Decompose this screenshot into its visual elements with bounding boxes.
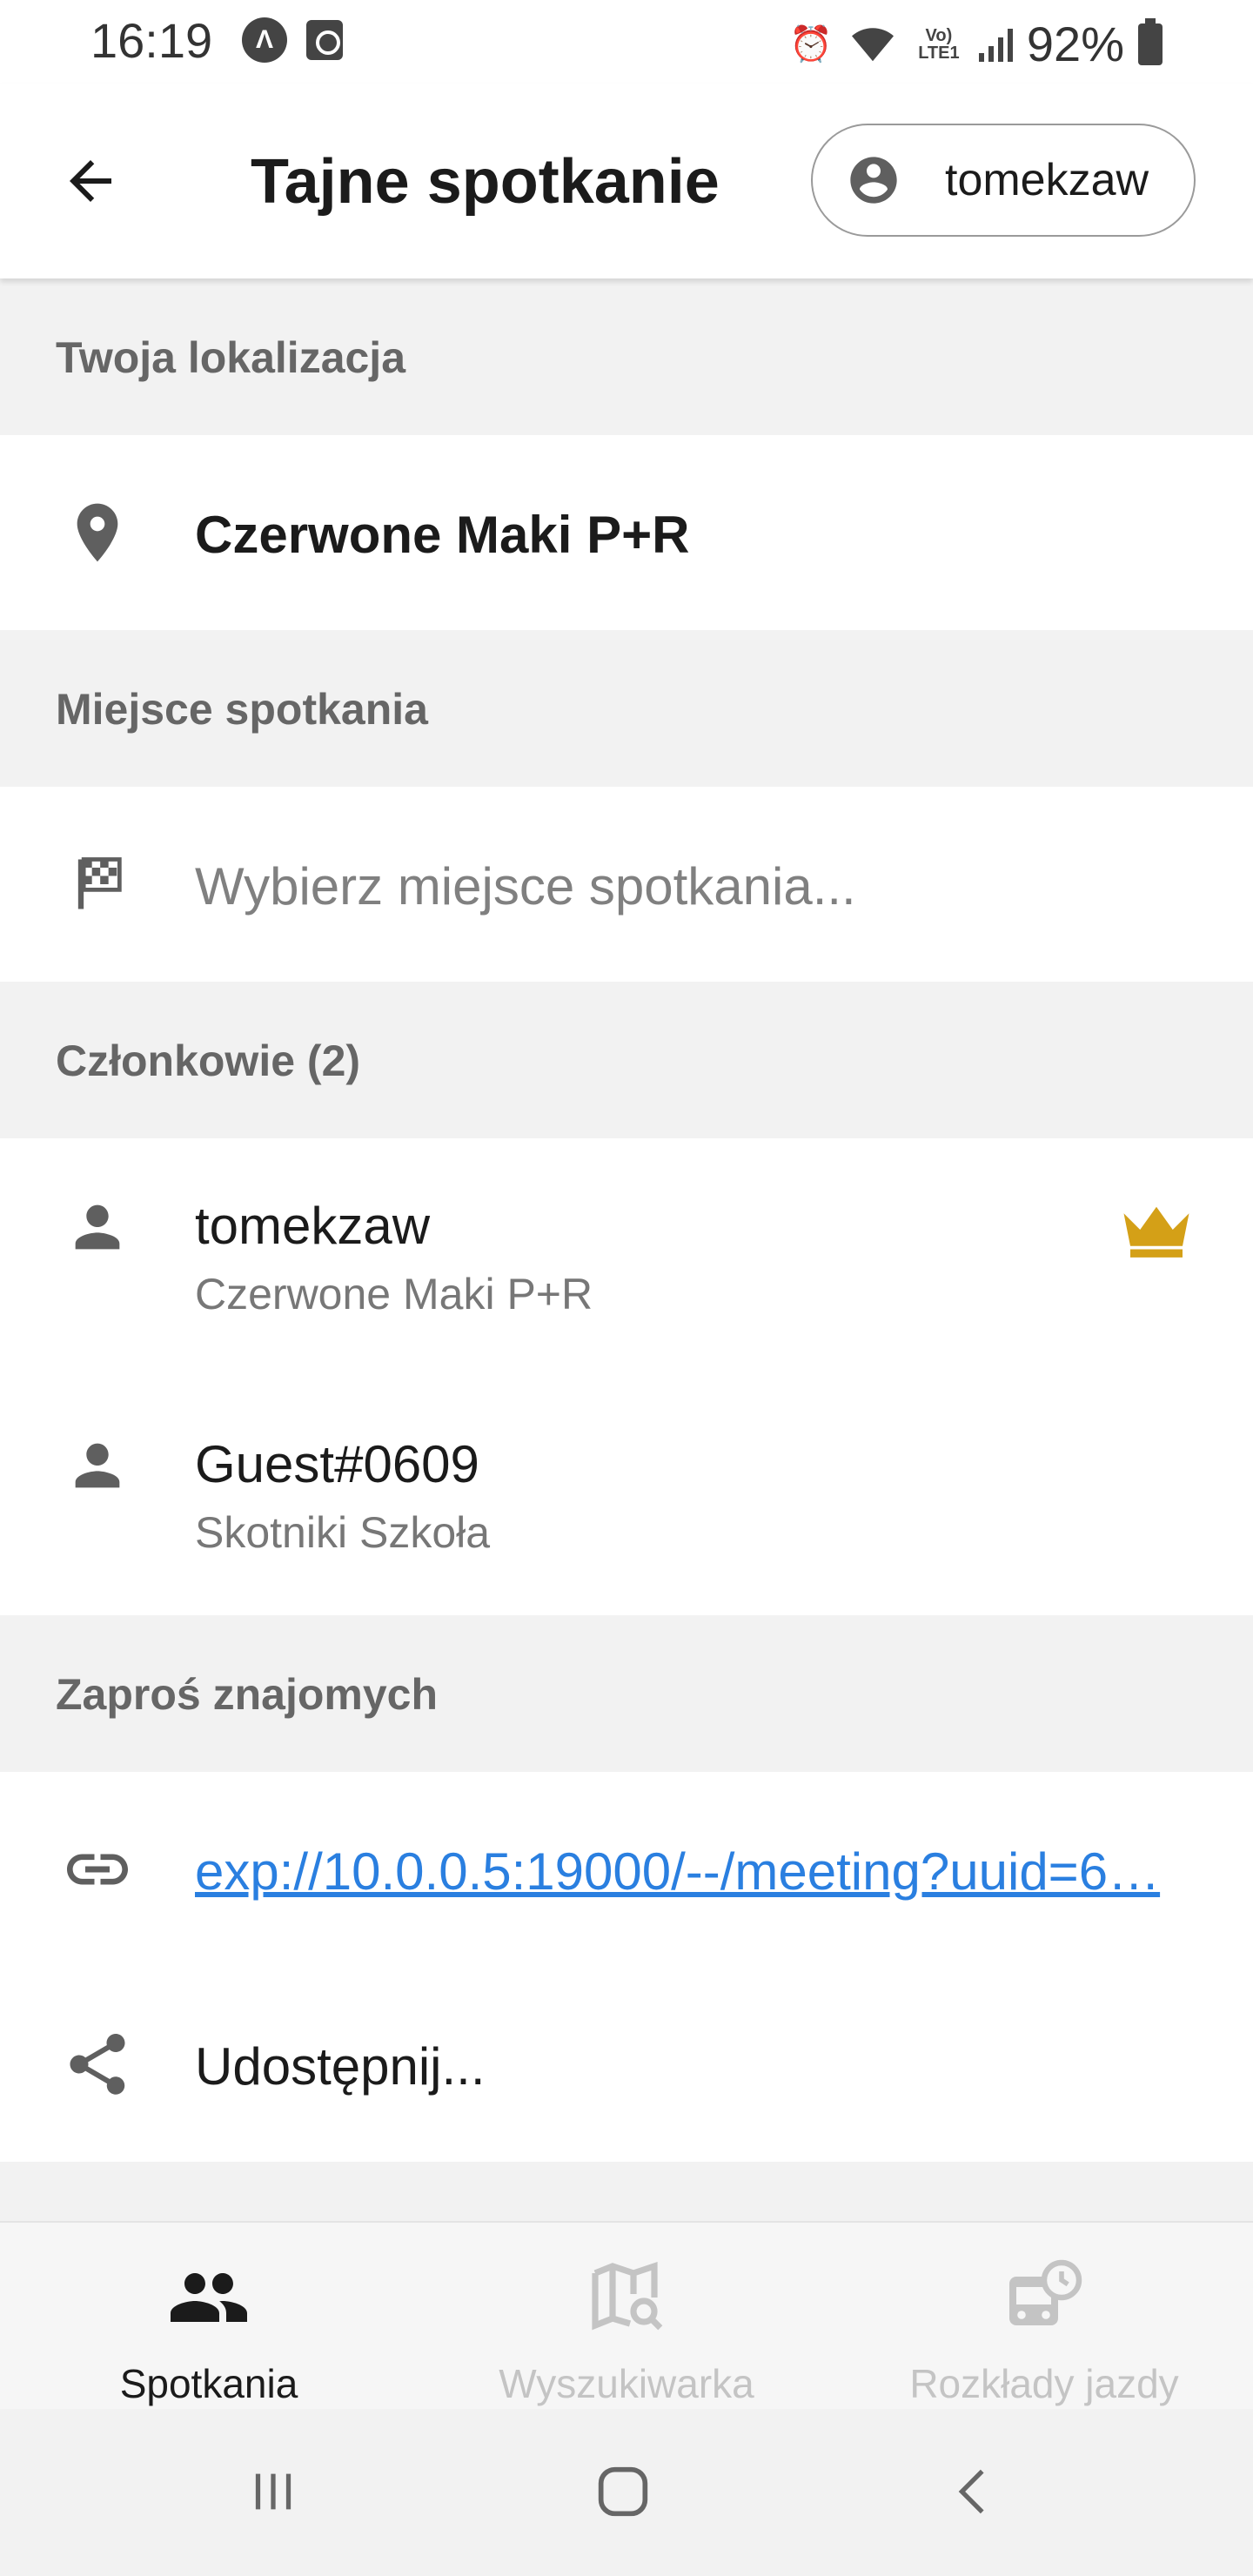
status-notification-icons: Λ	[242, 17, 343, 63]
member-name: tomekzaw	[195, 1197, 431, 1255]
account-circle-icon	[850, 157, 897, 204]
wifi-icon	[851, 27, 894, 61]
status-time: 16:19	[90, 13, 213, 68]
chevron-left-icon	[958, 2469, 984, 2514]
bus-clock-icon	[1001, 2254, 1088, 2341]
section-title: Twoja lokalizacja	[56, 333, 406, 382]
status-bar: 16:19 Λ ⏰ Vo) LTE1 92%	[0, 0, 1253, 84]
person-icon	[56, 1424, 139, 1507]
checkered-flag-icon	[56, 842, 139, 926]
my-location-value: Czerwone Maki P+R	[195, 506, 690, 564]
member-location: Skotniki Szkoła	[195, 1508, 491, 1557]
tab-label: Spotkania	[119, 2361, 298, 2406]
tab-spotkania[interactable]: Spotkania	[0, 2223, 418, 2411]
page-title: Tajne spotkanie	[251, 147, 720, 217]
place-pin-icon	[56, 491, 139, 574]
section-title: Miejsce spotkania	[56, 685, 428, 734]
invite-options: exp://10.0.0.5:19000/--/meeting?uuid=6… …	[0, 1772, 1253, 2162]
crown-icon	[1117, 1199, 1196, 1260]
app-header: Tajne spotkanie tomekzaw	[0, 84, 1253, 278]
member-name: Guest#0609	[195, 1435, 479, 1493]
user-chip-button[interactable]: tomekzaw	[811, 124, 1196, 237]
map-search-icon	[583, 2254, 670, 2341]
share-row[interactable]: Udostępnij...	[0, 1967, 1253, 2162]
back-button[interactable]	[45, 136, 136, 226]
tab-rozklady-jazdy[interactable]: Rozkłady jazdy	[835, 2223, 1253, 2411]
battery-percent: 92%	[1026, 17, 1124, 71]
section-header-members: Członkowie (2)	[0, 982, 1253, 1138]
signal-icon	[978, 27, 1013, 62]
share-label: Udostępnij...	[195, 2037, 486, 2096]
section-title: Zaproś znajomych	[56, 1670, 438, 1719]
system-back-button[interactable]	[922, 2444, 1027, 2539]
invite-link-row[interactable]: exp://10.0.0.5:19000/--/meeting?uuid=6…	[0, 1772, 1253, 1967]
tab-wyszukiwarka[interactable]: Wyszukiwarka	[418, 2223, 835, 2411]
home-icon	[598, 2466, 648, 2517]
meeting-place-placeholder: Wybierz miejsce spotkania...	[195, 857, 856, 916]
bottom-navigation: Spotkania Wyszukiwarka Rozkłady jazdy	[0, 2221, 1253, 2409]
alarm-icon: ⏰	[789, 25, 833, 64]
system-navigation-bar	[0, 2409, 1253, 2576]
people-icon	[165, 2254, 252, 2341]
invite-link[interactable]: exp://10.0.0.5:19000/--/meeting?uuid=6…	[195, 1841, 1230, 1902]
share-icon	[56, 2023, 139, 2106]
lte-indicator: Vo) LTE1	[918, 25, 960, 63]
section-header-invite: Zaproś znajomych	[0, 1615, 1253, 1772]
section-title: Członkowie (2)	[56, 1036, 361, 1085]
arrow-back-icon	[70, 160, 111, 202]
list-item[interactable]: tomekzaw Czerwone Maki P+R	[0, 1138, 1253, 1377]
section-header-meeting-place: Miejsce spotkania	[0, 630, 1253, 787]
recent-apps-button[interactable]	[221, 2444, 325, 2539]
members-list: tomekzaw Czerwone Maki P+R Guest#0609 Sk…	[0, 1138, 1253, 1615]
tab-label: Rozkłady jazdy	[909, 2361, 1179, 2406]
battery-icon	[1138, 17, 1163, 65]
location-row[interactable]: Czerwone Maki P+R	[0, 435, 1253, 630]
recent-apps-icon	[255, 2473, 291, 2510]
app-notification-icon	[306, 20, 343, 60]
status-right-icons: ⏰ Vo) LTE1 92%	[789, 16, 1163, 72]
member-location: Czerwone Maki P+R	[195, 1270, 593, 1318]
list-item[interactable]: Guest#0609 Skotniki Szkoła	[0, 1377, 1253, 1615]
tab-label: Wyszukiwarka	[499, 2361, 754, 2406]
section-header-location: Twoja lokalizacja	[0, 278, 1253, 435]
expo-notification-icon: Λ	[242, 17, 287, 63]
person-icon	[56, 1185, 139, 1269]
home-button[interactable]	[571, 2444, 675, 2539]
meeting-place-picker[interactable]: Wybierz miejsce spotkania...	[0, 787, 1253, 982]
link-icon	[56, 1828, 139, 1911]
user-chip-label: tomekzaw	[945, 155, 1149, 205]
